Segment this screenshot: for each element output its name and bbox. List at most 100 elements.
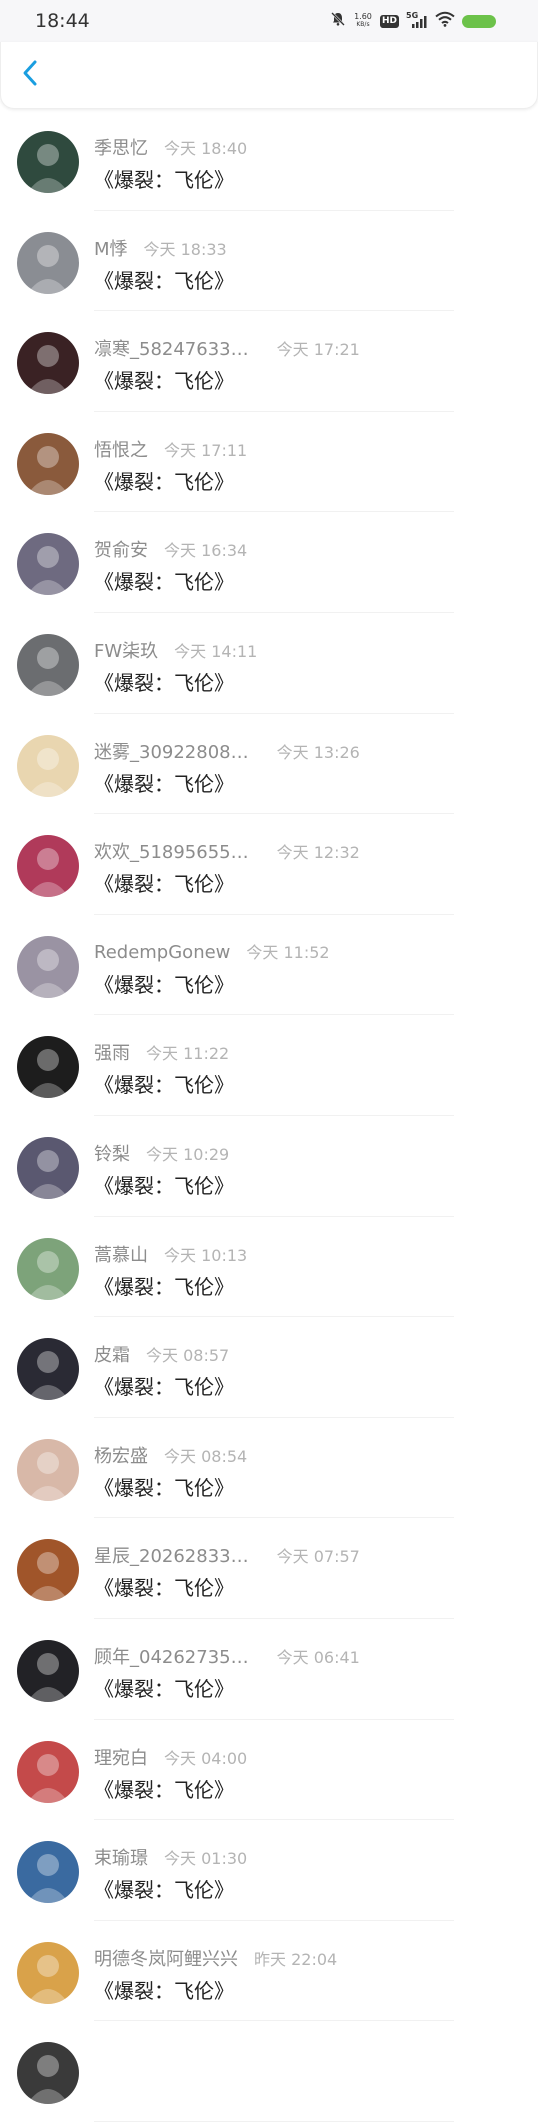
avatar-image bbox=[17, 1136, 79, 1199]
avatar-image bbox=[17, 2042, 79, 2105]
message-text: 《爆裂：飞伦》 bbox=[94, 1978, 234, 2003]
message-text: 《爆裂：飞伦》 bbox=[94, 1576, 234, 1601]
timestamp: 今天 06:41 bbox=[276, 1647, 360, 1667]
user-name[interactable]: FW柒玖 bbox=[94, 637, 158, 663]
list-item[interactable]: 欢欢_51895655… 今天 12:32 《爆裂：飞伦》 bbox=[0, 814, 538, 915]
list-item[interactable]: 星辰_20262833… 今天 07:57 《爆裂：飞伦》 bbox=[0, 1518, 538, 1619]
message-text: 《爆裂：飞伦》 bbox=[94, 1073, 234, 1098]
name-line: 迷雾_30922808… 今天 13:26 bbox=[94, 738, 360, 764]
avatar-image bbox=[17, 1639, 79, 1702]
avatar[interactable] bbox=[17, 533, 79, 596]
timestamp: 今天 10:29 bbox=[146, 1144, 230, 1164]
list-item[interactable]: 迷雾_30922808… 今天 13:26 《爆裂：飞伦》 bbox=[0, 714, 538, 815]
avatar[interactable] bbox=[17, 734, 79, 797]
timestamp: 今天 18:40 bbox=[164, 139, 248, 158]
avatar-image bbox=[17, 1539, 79, 1602]
message-text: 《爆裂：飞伦》 bbox=[94, 872, 234, 897]
avatar-image bbox=[17, 835, 79, 898]
list-item[interactable]: 铃梨 今天 10:29 《爆裂：飞伦》 bbox=[0, 1116, 538, 1217]
user-name[interactable]: 欢欢_51895655… bbox=[94, 838, 249, 864]
user-name[interactable]: 理宛白 bbox=[94, 1744, 148, 1770]
timestamp: 今天 01:30 bbox=[164, 1849, 248, 1869]
avatar[interactable] bbox=[17, 432, 79, 495]
back-button[interactable] bbox=[15, 60, 45, 90]
user-name[interactable]: 杨宏盛 bbox=[94, 1442, 148, 1468]
avatar[interactable] bbox=[17, 1036, 79, 1099]
list-item[interactable] bbox=[0, 2021, 538, 2122]
avatar[interactable] bbox=[17, 1237, 79, 1300]
list-item[interactable]: 理宛白 今天 04:00 《爆裂：飞伦》 bbox=[0, 1720, 538, 1821]
avatar[interactable] bbox=[17, 1639, 79, 1702]
message-text: 《爆裂：飞伦》 bbox=[94, 469, 234, 494]
user-list: 季思忆 今天 18:40 《爆裂：飞伦》 M悸 今天 18:33 《爆裂：飞伦》 bbox=[0, 110, 538, 2122]
message-text: 《爆裂：飞伦》 bbox=[94, 1475, 234, 1500]
avatar[interactable] bbox=[17, 1136, 79, 1199]
list-item[interactable]: 顾年_04262735… 今天 06:41 《爆裂：飞伦》 bbox=[0, 1619, 538, 1720]
timestamp: 今天 04:00 bbox=[164, 1748, 248, 1768]
user-name[interactable]: 贺俞安 bbox=[94, 536, 148, 562]
user-name[interactable]: 季思忆 bbox=[94, 134, 148, 160]
user-name[interactable]: 明德冬岚阿鲤兴兴 bbox=[94, 1945, 238, 1971]
user-name[interactable]: RedempGonew bbox=[94, 942, 230, 963]
avatar[interactable] bbox=[17, 835, 79, 898]
list-item[interactable]: RedempGonew 今天 11:52 《爆裂：飞伦》 bbox=[0, 915, 538, 1016]
timestamp: 昨天 22:04 bbox=[254, 1949, 338, 1969]
avatar[interactable] bbox=[17, 1841, 79, 1904]
message-text: 《爆裂：飞伦》 bbox=[94, 1676, 234, 1701]
avatar[interactable] bbox=[17, 1740, 79, 1803]
name-line: 蒿慕山 今天 10:13 bbox=[94, 1241, 247, 1267]
list-item[interactable]: 强雨 今天 11:22 《爆裂：飞伦》 bbox=[0, 1015, 538, 1116]
user-name[interactable]: 迷雾_30922808… bbox=[94, 738, 249, 764]
user-name[interactable]: 束瑜璟 bbox=[94, 1844, 148, 1870]
avatar-image bbox=[17, 332, 79, 395]
user-name[interactable]: 顾年_04262735… bbox=[94, 1643, 249, 1669]
status-time: 18:44 bbox=[35, 10, 90, 32]
list-item[interactable]: M悸 今天 18:33 《爆裂：飞伦》 bbox=[0, 211, 538, 312]
name-line: 铃梨 今天 10:29 bbox=[94, 1140, 229, 1166]
avatar[interactable] bbox=[17, 935, 79, 998]
avatar[interactable] bbox=[17, 1338, 79, 1401]
list-item[interactable]: 束瑜璟 今天 01:30 《爆裂：飞伦》 bbox=[0, 1820, 538, 1921]
user-name[interactable]: M悸 bbox=[94, 235, 128, 261]
list-item[interactable]: FW柒玖 今天 14:11 《爆裂：飞伦》 bbox=[0, 613, 538, 714]
avatar[interactable] bbox=[17, 633, 79, 696]
name-line: 欢欢_51895655… 今天 12:32 bbox=[94, 838, 360, 864]
list-item[interactable]: 季思忆 今天 18:40 《爆裂：飞伦》 bbox=[0, 110, 538, 211]
user-name[interactable]: 凛寒_58247633… bbox=[94, 335, 249, 361]
avatar[interactable] bbox=[17, 332, 79, 395]
list-item[interactable]: 蒿慕山 今天 10:13 《爆裂：飞伦》 bbox=[0, 1217, 538, 1318]
avatar[interactable] bbox=[17, 131, 79, 193]
avatar[interactable] bbox=[17, 1539, 79, 1602]
timestamp: 今天 17:21 bbox=[276, 340, 360, 360]
user-name[interactable]: 铃梨 bbox=[94, 1140, 130, 1166]
network-speed: 1.60 KB/s bbox=[353, 13, 373, 29]
avatar[interactable] bbox=[17, 1438, 79, 1501]
top-app-bar bbox=[0, 42, 538, 109]
timestamp: 今天 08:57 bbox=[146, 1346, 230, 1366]
avatar[interactable] bbox=[17, 231, 79, 294]
avatar-image bbox=[17, 935, 79, 998]
list-item[interactable]: 杨宏盛 今天 08:54 《爆裂：飞伦》 bbox=[0, 1418, 538, 1519]
list-item[interactable]: 悟恨之 今天 17:11 《爆裂：飞伦》 bbox=[0, 412, 538, 513]
user-name[interactable]: 悟恨之 bbox=[94, 436, 148, 462]
message-text: 《爆裂：飞伦》 bbox=[94, 972, 234, 997]
timestamp: 今天 16:34 bbox=[164, 541, 248, 561]
timestamp: 今天 14:11 bbox=[174, 641, 258, 661]
name-line: 凛寒_58247633… 今天 17:21 bbox=[94, 335, 360, 361]
timestamp: 今天 12:32 bbox=[276, 843, 360, 863]
avatar[interactable] bbox=[17, 1941, 79, 2004]
avatar-image bbox=[17, 432, 79, 495]
list-item[interactable]: 贺俞安 今天 16:34 《爆裂：飞伦》 bbox=[0, 512, 538, 613]
avatar[interactable] bbox=[17, 2042, 79, 2105]
avatar-image bbox=[17, 1036, 79, 1099]
user-name[interactable]: 星辰_20262833… bbox=[94, 1542, 249, 1568]
timestamp: 今天 11:52 bbox=[246, 942, 330, 962]
message-text: 《爆裂：飞伦》 bbox=[94, 168, 234, 192]
user-name[interactable]: 蒿慕山 bbox=[94, 1241, 148, 1267]
list-item[interactable]: 皮霜 今天 08:57 《爆裂：飞伦》 bbox=[0, 1317, 538, 1418]
name-line: 皮霜 今天 08:57 bbox=[94, 1341, 229, 1367]
user-name[interactable]: 皮霜 bbox=[94, 1341, 130, 1367]
list-item[interactable]: 凛寒_58247633… 今天 17:21 《爆裂：飞伦》 bbox=[0, 311, 538, 412]
list-item[interactable]: 明德冬岚阿鲤兴兴 昨天 22:04 《爆裂：飞伦》 bbox=[0, 1921, 538, 2022]
user-name[interactable]: 强雨 bbox=[94, 1039, 130, 1065]
